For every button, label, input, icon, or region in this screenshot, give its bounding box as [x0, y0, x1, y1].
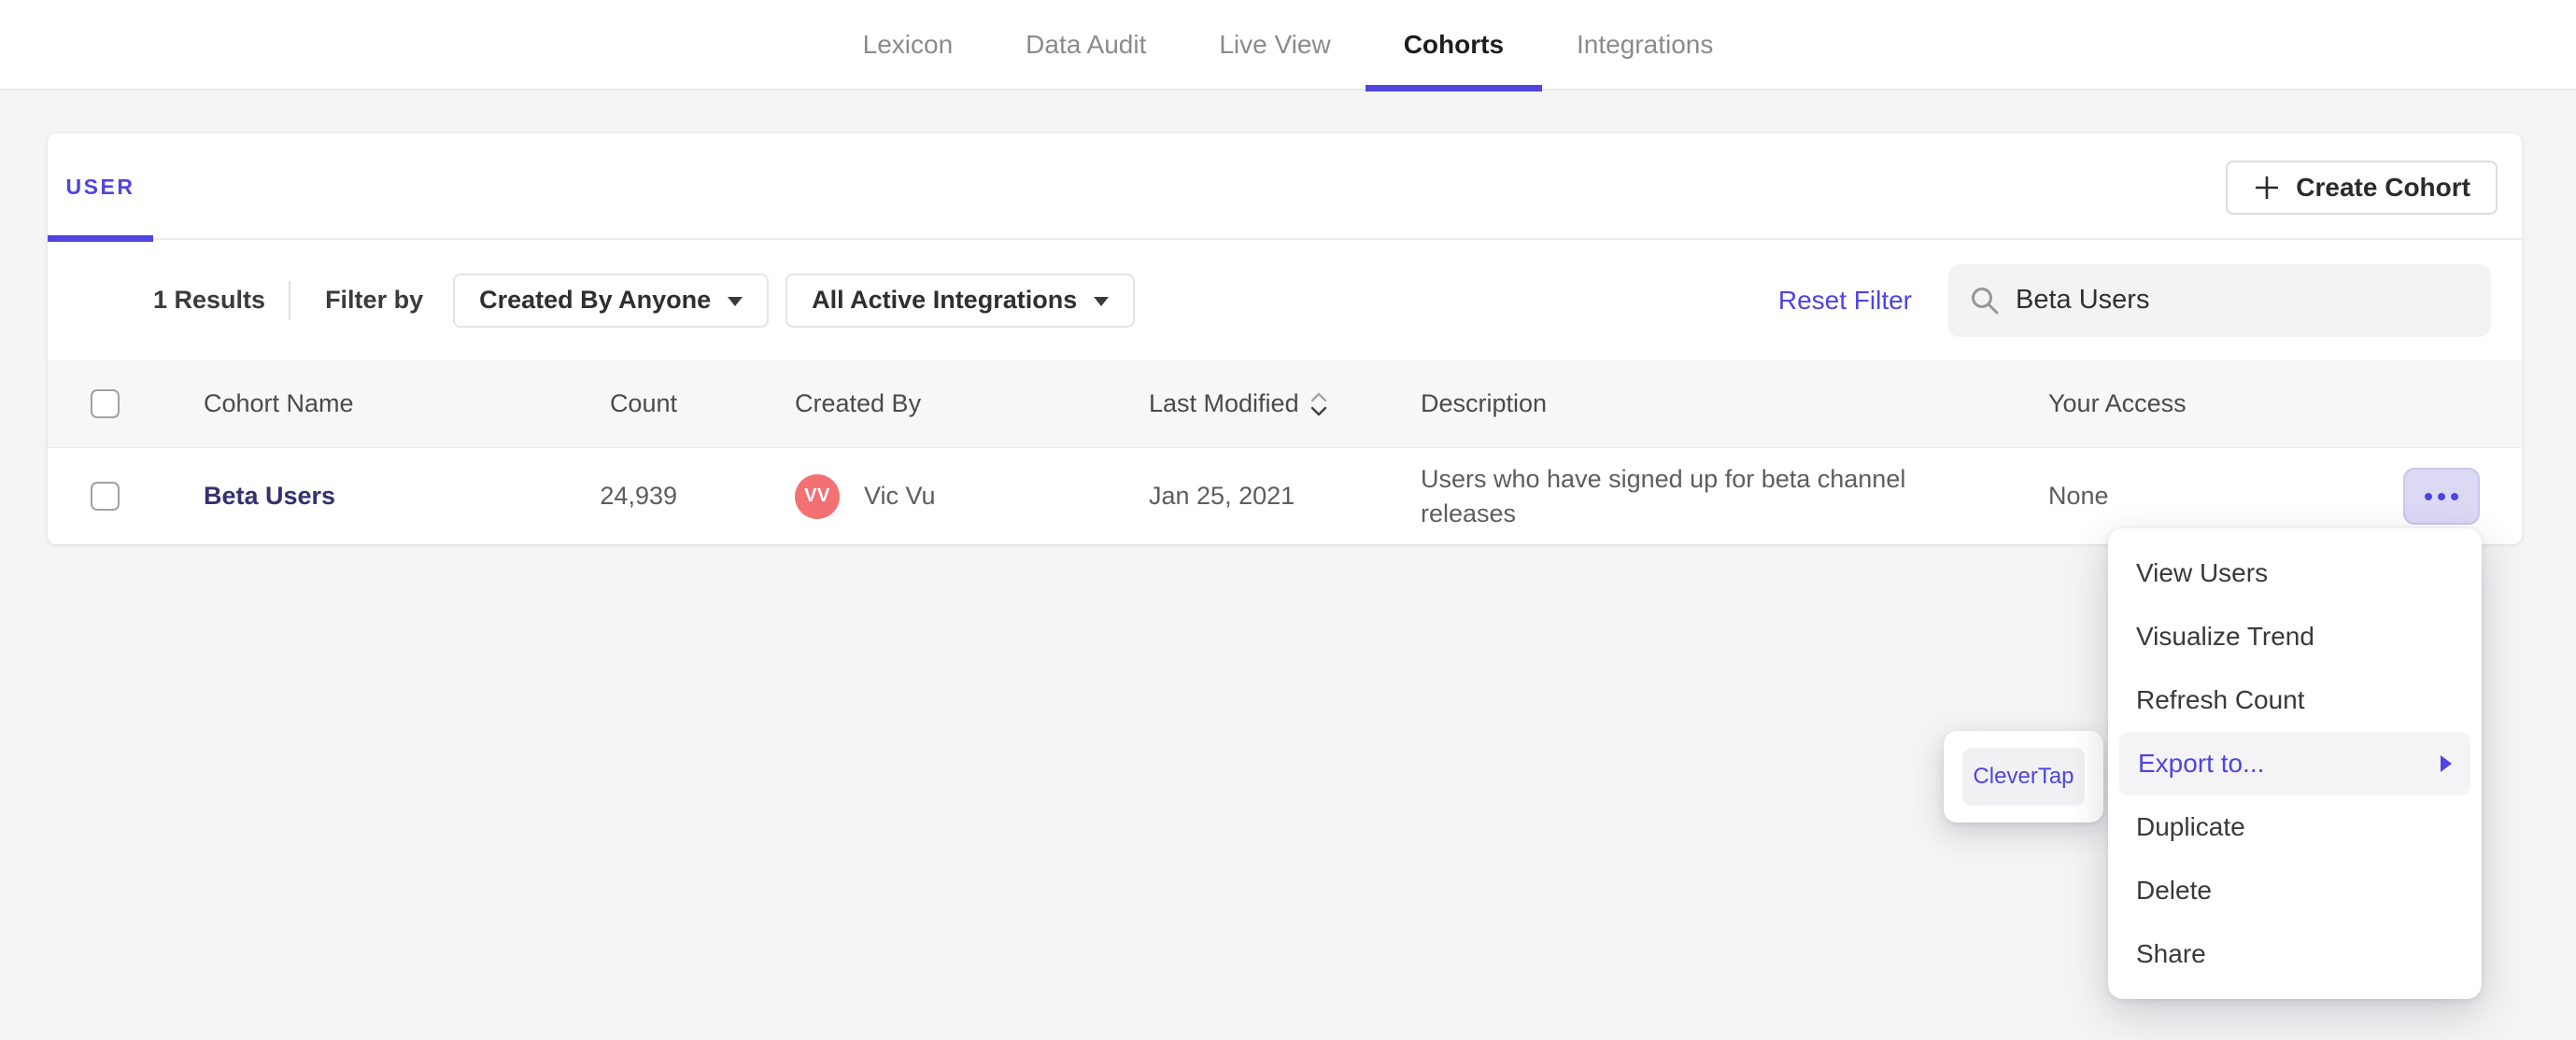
nav-tab-lexicon[interactable]: Lexicon: [863, 0, 954, 90]
active-tab-underline: [1365, 85, 1543, 91]
created-by-name: Vic Vu: [864, 482, 936, 510]
cohort-name-link[interactable]: Beta Users: [204, 482, 335, 510]
nav-tab-data-audit[interactable]: Data Audit: [1026, 0, 1146, 90]
plus-icon: [2253, 174, 2281, 202]
integrations-filter-value: All Active Integrations: [812, 286, 1078, 314]
search-input[interactable]: [2016, 285, 2470, 316]
more-icon: [2425, 492, 2458, 500]
menu-item-refresh-count[interactable]: Refresh Count: [2108, 668, 2482, 732]
row-context-menu: View Users Visualize Trend Refresh Count…: [2108, 528, 2482, 999]
create-cohort-button[interactable]: Create Cohort: [2226, 161, 2498, 215]
column-header-description: Description: [1421, 389, 1548, 417]
top-navigation: Lexicon Data Audit Live View Cohorts Int…: [0, 0, 2576, 91]
export-submenu: CleverTap: [1944, 731, 2103, 822]
sort-icon: [1309, 390, 1329, 418]
cohort-count: 24,939: [600, 482, 677, 510]
table-header-row: Cohort Name Count Created By Last Modifi…: [48, 360, 2522, 448]
avatar: VV: [795, 473, 840, 519]
caret-down-icon: [728, 297, 743, 306]
last-modified-value: Jan 25, 2021: [1149, 482, 1295, 510]
column-header-last-modified[interactable]: Last Modified: [1149, 389, 1421, 418]
nav-tab-integrations[interactable]: Integrations: [1577, 0, 1713, 90]
created-by-cell: VV Vic Vu: [677, 473, 1149, 519]
tab-user[interactable]: USER: [48, 134, 153, 242]
caret-down-icon: [1094, 297, 1110, 306]
menu-item-duplicate[interactable]: Duplicate: [2108, 795, 2482, 859]
tab-user-label: USER: [65, 174, 135, 199]
cohorts-card: USER Create Cohort 1 Results Filter by C…: [48, 134, 2522, 544]
nav-tab-label: Lexicon: [862, 29, 954, 59]
nav-tab-label: Integrations: [1577, 29, 1714, 59]
filter-toolbar: 1 Results Filter by Created By Anyone Al…: [48, 240, 2522, 360]
column-header-last-modified-label: Last Modified: [1149, 389, 1299, 417]
menu-item-delete[interactable]: Delete: [2108, 859, 2482, 922]
column-header-count: Count: [609, 389, 677, 417]
cohort-type-tabstrip: USER Create Cohort: [48, 134, 2522, 242]
toolbar-divider: [289, 280, 291, 320]
row-checkbox[interactable]: [91, 482, 120, 511]
cohort-description: Users who have signed up for beta channe…: [1421, 464, 1906, 527]
nav-tab-label: Data Audit: [1026, 29, 1147, 59]
row-checkbox-cell: [48, 482, 204, 511]
menu-item-export-to-label: Export to...: [2138, 749, 2265, 778]
select-all-checkbox[interactable]: [91, 389, 120, 418]
menu-item-view-users[interactable]: View Users: [2108, 541, 2482, 605]
nav-tab-label: Cohorts: [1403, 29, 1505, 59]
created-by-filter-value: Created By Anyone: [479, 286, 712, 314]
more-actions-button[interactable]: [2403, 468, 2480, 525]
column-header-cohort-name: Cohort Name: [204, 389, 354, 417]
results-count: 1 Results: [153, 286, 266, 314]
menu-item-share[interactable]: Share: [2108, 922, 2482, 986]
nav-tab-live-view[interactable]: Live View: [1219, 0, 1330, 90]
nav-tab-cohorts[interactable]: Cohorts: [1365, 0, 1543, 91]
submenu-arrow-icon: [2441, 755, 2452, 772]
cohort-search-box[interactable]: [1948, 263, 2491, 337]
create-cohort-label: Create Cohort: [2296, 173, 2470, 202]
select-all-cell: [48, 389, 204, 418]
filter-by-label: Filter by: [325, 286, 424, 314]
reset-filter-link[interactable]: Reset Filter: [1778, 286, 1912, 316]
search-icon: [1969, 285, 2001, 316]
menu-item-visualize-trend[interactable]: Visualize Trend: [2108, 605, 2482, 668]
your-access-value: None: [2048, 482, 2109, 510]
submenu-item-clevertap[interactable]: CleverTap: [1962, 748, 2085, 806]
integrations-filter-dropdown[interactable]: All Active Integrations: [786, 273, 1136, 328]
menu-item-export-to[interactable]: Export to...: [2119, 732, 2470, 795]
nav-tab-label: Live View: [1219, 29, 1331, 59]
column-header-your-access: Your Access: [2048, 389, 2187, 417]
column-header-created-by: Created By: [795, 389, 922, 417]
row-actions-cell: [2403, 468, 2522, 525]
created-by-filter-dropdown[interactable]: Created By Anyone: [453, 273, 770, 328]
